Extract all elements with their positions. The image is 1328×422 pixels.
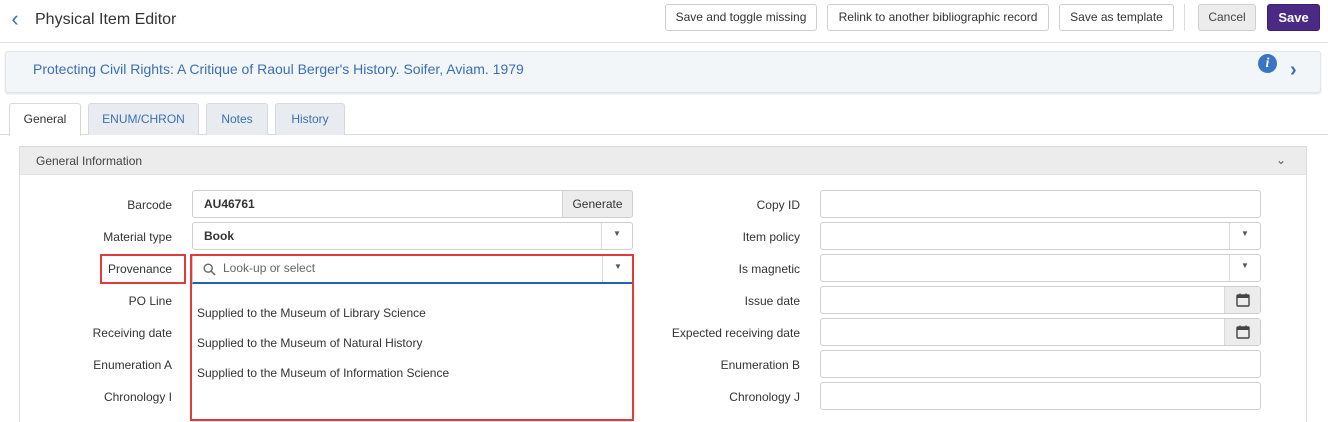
issue-date-field[interactable] xyxy=(820,286,1261,314)
header-divider xyxy=(1184,4,1185,31)
chevron-down-icon[interactable]: ⌄ xyxy=(1276,153,1286,167)
save-as-template-button[interactable]: Save as template xyxy=(1059,4,1174,31)
search-icon xyxy=(203,263,216,276)
dropdown-toggle[interactable]: ▼ xyxy=(1229,255,1260,281)
provenance-lookup-input[interactable]: Look-up or select ▼ xyxy=(192,255,633,284)
page-title: Physical Item Editor xyxy=(35,11,177,28)
provenance-option[interactable]: Supplied to the Museum of Information Sc… xyxy=(197,365,449,381)
expected-receiving-date-label: Expected receiving date xyxy=(671,326,800,340)
material-type-value: Book xyxy=(204,229,234,243)
provenance-options-list: Supplied to the Museum of Library Scienc… xyxy=(192,284,633,420)
material-type-select[interactable]: Book ▼ xyxy=(192,222,633,250)
calendar-icon xyxy=(1236,325,1250,339)
save-button[interactable]: Save xyxy=(1267,4,1320,31)
copy-id-label: Copy ID xyxy=(756,198,800,212)
tab-general[interactable]: General xyxy=(9,103,81,136)
barcode-field[interactable]: AU46761 xyxy=(192,190,564,218)
bib-record-title[interactable]: Protecting Civil Rights: A Critique of R… xyxy=(33,61,524,77)
panel-title: General Information xyxy=(36,154,143,168)
is-magnetic-label: Is magnetic xyxy=(738,262,800,276)
save-and-toggle-missing-button[interactable]: Save and toggle missing xyxy=(665,4,817,31)
is-magnetic-select[interactable]: ▼ xyxy=(820,254,1261,282)
expected-receiving-date-field[interactable] xyxy=(820,318,1261,346)
material-type-label: Material type xyxy=(103,230,172,244)
chronology-i-label: Chronology I xyxy=(103,390,172,404)
chevron-right-icon[interactable]: › xyxy=(1290,60,1297,80)
receiving-date-label: Receiving date xyxy=(92,326,172,340)
item-policy-label: Item policy xyxy=(742,230,800,244)
provenance-label-highlight xyxy=(100,254,186,284)
top-header: ‹ Physical Item Editor Save and toggle m… xyxy=(0,0,1328,43)
issue-date-label: Issue date xyxy=(744,294,800,308)
barcode-value: AU46761 xyxy=(204,197,255,211)
calendar-icon xyxy=(1236,293,1250,307)
item-policy-select[interactable]: ▼ xyxy=(820,222,1261,250)
enumeration-b-field[interactable] xyxy=(820,350,1261,378)
chronology-j-field[interactable] xyxy=(820,382,1261,410)
enumeration-b-label: Enumeration B xyxy=(720,358,800,372)
bib-record-bar: Protecting Civil Rights: A Critique of R… xyxy=(5,51,1321,93)
enumeration-a-label: Enumeration A xyxy=(93,358,172,372)
tab-notes[interactable]: Notes xyxy=(206,103,268,135)
tab-bar: General ENUM/CHRON Notes History xyxy=(0,103,1328,136)
chronology-j-label: Chronology J xyxy=(729,390,800,404)
cancel-button[interactable]: Cancel xyxy=(1198,4,1256,31)
provenance-placeholder: Look-up or select xyxy=(223,261,316,275)
po-line-label: PO Line xyxy=(128,294,172,308)
chevron-down-icon: ▼ xyxy=(1241,229,1249,238)
tab-history[interactable]: History xyxy=(275,103,345,135)
provenance-option[interactable]: Supplied to the Museum of Natural Histor… xyxy=(197,335,422,351)
tab-enum-chron[interactable]: ENUM/CHRON xyxy=(88,103,199,135)
copy-id-field[interactable] xyxy=(820,190,1261,218)
barcode-label: Barcode xyxy=(127,198,172,212)
info-icon[interactable]: i xyxy=(1258,54,1277,73)
provenance-option[interactable]: Supplied to the Museum of Library Scienc… xyxy=(197,305,426,321)
panel-header[interactable]: General Information ⌄ xyxy=(20,147,1306,175)
calendar-button[interactable] xyxy=(1224,319,1260,345)
dropdown-toggle[interactable]: ▼ xyxy=(1229,223,1260,249)
relink-button[interactable]: Relink to another bibliographic record xyxy=(827,4,1049,31)
calendar-button[interactable] xyxy=(1224,287,1260,313)
chevron-down-icon: ▼ xyxy=(1241,261,1249,270)
back-icon[interactable]: ‹ xyxy=(6,8,24,30)
